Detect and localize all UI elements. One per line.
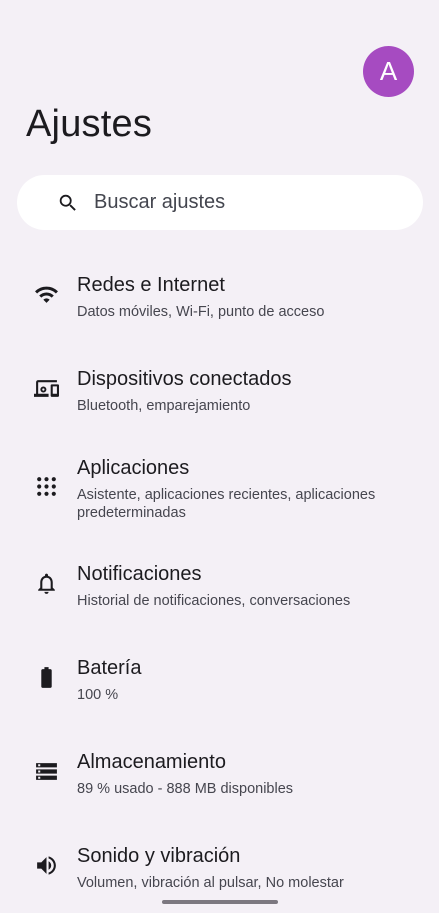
apps-grid-icon — [34, 474, 59, 499]
setting-subtitle: 100 % — [77, 687, 119, 703]
setting-subtitle: 89 % usado - 888 MB disponibles — [77, 781, 294, 797]
search-placeholder: Buscar ajustes — [94, 191, 226, 213]
wifi-icon — [34, 282, 59, 307]
setting-network-internet[interactable]: Redes e Internet Datos móviles, Wi-Fi, p… — [0, 274, 439, 334]
setting-subtitle: Asistente, aplicaciones recientes, aplic… — [77, 487, 376, 521]
setting-subtitle: Datos móviles, Wi-Fi, punto de acceso — [77, 304, 325, 320]
setting-title: Almacenamiento — [77, 751, 226, 773]
setting-title: Aplicaciones — [77, 457, 190, 479]
setting-title: Notificaciones — [77, 563, 202, 585]
setting-battery[interactable]: Batería 100 % — [0, 657, 439, 717]
setting-title: Redes e Internet — [77, 274, 225, 296]
settings-screen: A Ajustes Buscar ajustes Redes e Interne… — [0, 0, 439, 913]
page-title: Ajustes — [26, 103, 153, 145]
setting-title: Sonido y vibración — [77, 845, 241, 867]
devices-icon — [34, 376, 59, 401]
setting-connected-devices[interactable]: Dispositivos conectados Bluetooth, empar… — [0, 368, 439, 428]
setting-notifications[interactable]: Notificaciones Historial de notificacion… — [0, 563, 439, 623]
setting-apps[interactable]: Aplicaciones Asistente, aplicaciones rec… — [0, 457, 439, 527]
avatar-letter: A — [379, 56, 398, 86]
setting-sound-vibration[interactable]: Sonido y vibración Volumen, vibración al… — [0, 845, 439, 905]
storage-icon — [34, 759, 59, 784]
bell-icon — [34, 571, 59, 596]
setting-subtitle: Volumen, vibración al pulsar, No molesta… — [77, 875, 344, 891]
volume-icon — [34, 853, 59, 878]
setting-title: Dispositivos conectados — [77, 368, 292, 390]
battery-icon — [34, 665, 59, 690]
setting-subtitle: Historial de notificaciones, conversacio… — [77, 593, 351, 609]
setting-subtitle: Bluetooth, emparejamiento — [77, 398, 251, 414]
setting-storage[interactable]: Almacenamiento 89 % usado - 888 MB dispo… — [0, 751, 439, 811]
search-settings-bar[interactable]: Buscar ajustes — [17, 175, 423, 230]
search-icon — [57, 192, 79, 214]
setting-title: Batería — [77, 657, 142, 679]
gesture-nav-handle[interactable] — [162, 900, 278, 904]
account-avatar[interactable]: A — [363, 46, 414, 97]
